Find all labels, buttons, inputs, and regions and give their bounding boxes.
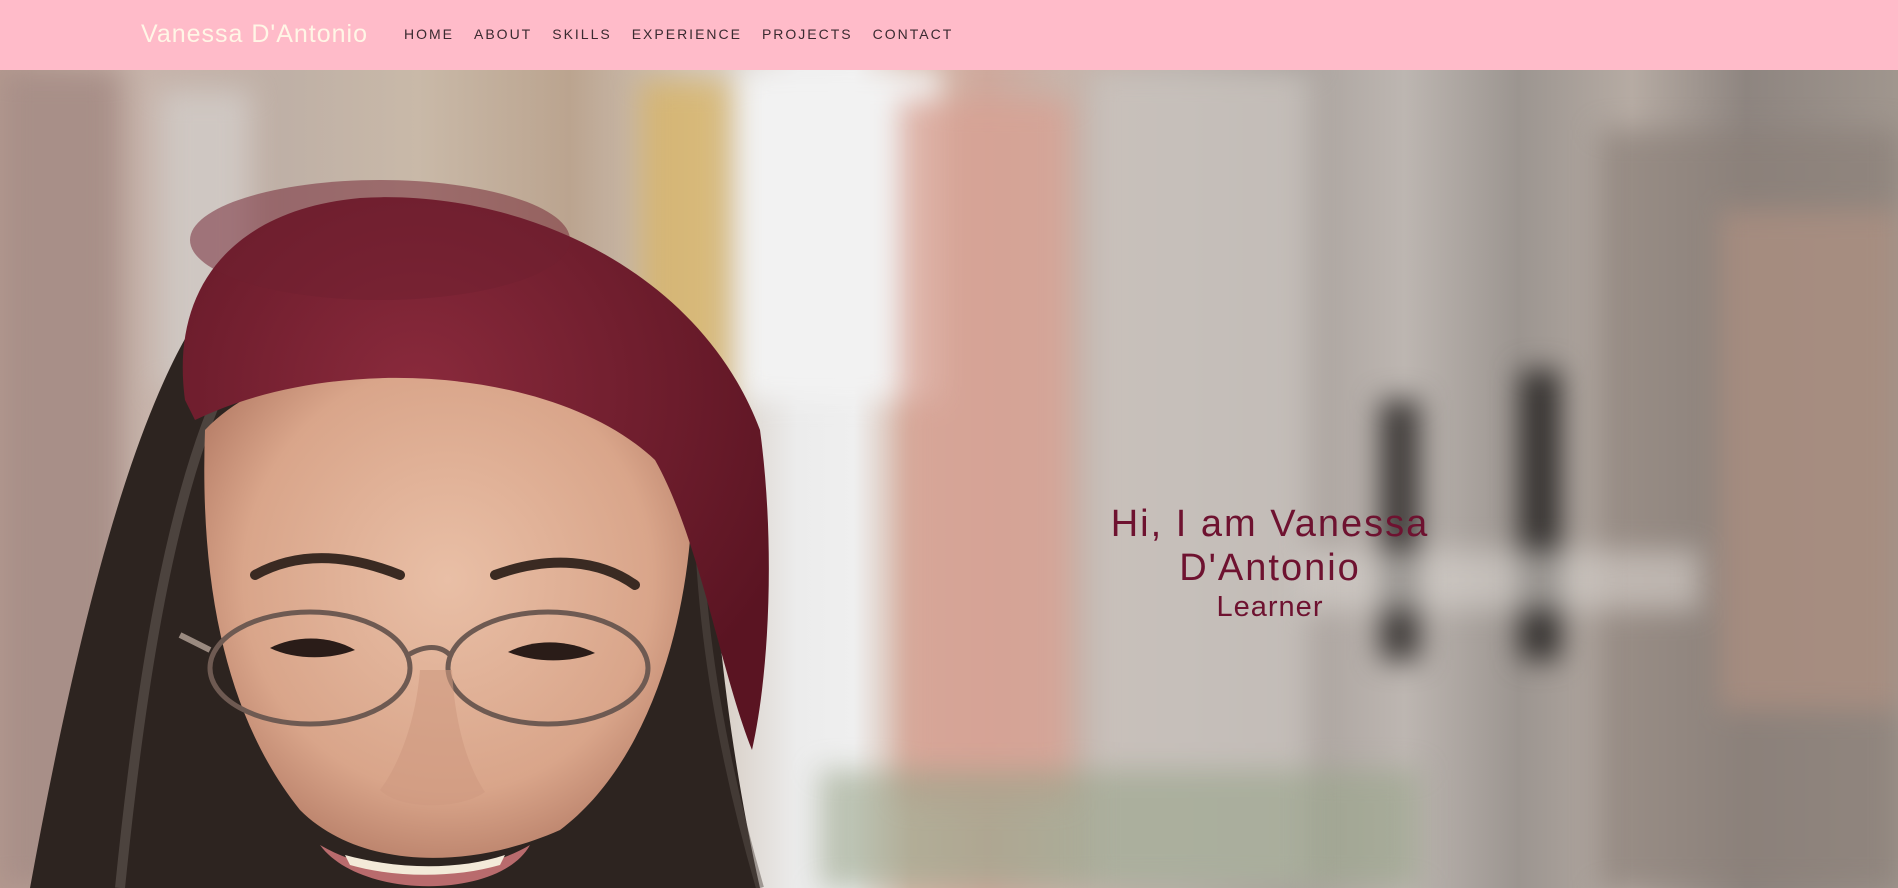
nav-link-contact[interactable]: CONTACT [873,26,954,42]
nav-link-home[interactable]: HOME [404,26,454,42]
hero-greeting: Hi, I am Vanessa D'Antonio [1110,503,1430,589]
top-navbar: Vanessa D'Antonio HOME ABOUT SKILLS EXPE… [0,0,1898,70]
nav-link-experience[interactable]: EXPERIENCE [632,26,742,42]
nav-item-about: ABOUT [474,26,532,44]
nav-item-contact: CONTACT [873,26,954,44]
nav-item-experience: EXPERIENCE [632,26,742,44]
hero-tagline: Learner [1216,591,1324,623]
hero-intro: Hi, I am Vanessa D'Antonio Learner [1020,502,1520,624]
nav-menu: HOME ABOUT SKILLS EXPERIENCE PROJECTS CO… [394,26,973,44]
nav-item-home: HOME [404,26,454,44]
nav-item-projects: PROJECTS [762,26,853,44]
nav-link-projects[interactable]: PROJECTS [762,26,853,42]
hero-section: Hi, I am Vanessa D'Antonio Learner [0,70,1898,888]
hero-portrait-photo [30,180,769,888]
nav-link-skills[interactable]: SKILLS [552,26,611,42]
nav-link-about[interactable]: ABOUT [474,26,532,42]
nav-item-skills: SKILLS [552,26,611,44]
brand-logo-link[interactable]: Vanessa D'Antonio [141,20,368,49]
